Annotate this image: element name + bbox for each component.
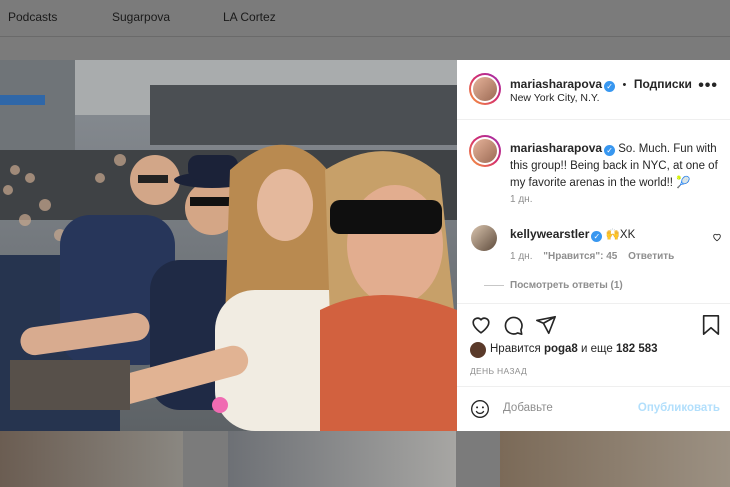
commenter-avatar[interactable] bbox=[471, 225, 497, 251]
avatar[interactable] bbox=[471, 75, 499, 103]
view-replies-button[interactable]: Посмотреть ответы (1) bbox=[510, 280, 623, 291]
separator-dot: • bbox=[622, 79, 627, 91]
post-photo[interactable] bbox=[0, 60, 457, 431]
replies-divider bbox=[484, 285, 504, 286]
tab-podcasts[interactable]: Podcasts bbox=[8, 10, 57, 24]
liker-avatar[interactable] bbox=[470, 342, 486, 358]
tab-la-cortez[interactable]: LA Cortez bbox=[223, 10, 276, 24]
grid-tile-1[interactable] bbox=[0, 431, 183, 487]
likes-summary[interactable]: Нравится poga8 и еще 182 583 bbox=[490, 343, 658, 355]
like-heart-icon[interactable] bbox=[470, 314, 492, 336]
publish-button[interactable]: Опубликовать bbox=[638, 402, 720, 414]
caption-avatar[interactable] bbox=[471, 137, 499, 165]
add-comment-input[interactable]: Добавьте bbox=[503, 402, 553, 414]
add-comment-bar: Добавьте Опубликовать bbox=[457, 386, 730, 431]
likes-middle: и еще bbox=[581, 343, 613, 355]
divider bbox=[0, 36, 730, 37]
grid-tile-2[interactable] bbox=[228, 431, 456, 487]
comment-time[interactable]: 1 дн. bbox=[510, 251, 532, 262]
likes-user[interactable]: poga8 bbox=[544, 343, 578, 355]
post-side-panel: mariasharapova ✓ • Подписки New York City… bbox=[457, 60, 730, 431]
comment-verified-icon: ✓ bbox=[591, 231, 603, 242]
share-send-icon[interactable] bbox=[535, 314, 557, 336]
caption-verified-icon: ✓ bbox=[604, 145, 616, 156]
comment-like-count[interactable]: "Нравится": 45 bbox=[543, 251, 617, 262]
reply-button[interactable]: Ответить bbox=[628, 251, 674, 262]
grid-tile-3[interactable] bbox=[500, 431, 730, 487]
posted-ago[interactable]: ДЕНЬ НАЗАД bbox=[470, 366, 527, 376]
following-button[interactable]: Подписки bbox=[634, 77, 692, 91]
profile-grid-row bbox=[0, 431, 730, 487]
like-comment-heart-icon[interactable] bbox=[712, 232, 722, 242]
comment-icon[interactable] bbox=[502, 314, 524, 336]
post-caption: mariasharapova ✓ So. Much. Fun with this … bbox=[510, 140, 720, 192]
likes-prefix: Нравится bbox=[490, 343, 541, 355]
caption-username[interactable]: mariasharapova bbox=[510, 141, 602, 155]
comment-username[interactable]: kellywearstler bbox=[510, 227, 589, 241]
comment-meta: 1 дн. "Нравится": 45 Ответить bbox=[510, 251, 682, 262]
more-options-icon[interactable]: ••• bbox=[698, 77, 718, 95]
header-user-line: mariasharapova ✓ • Подписки bbox=[510, 75, 692, 93]
author-username[interactable]: mariasharapova bbox=[510, 77, 602, 91]
bookmark-save-icon[interactable] bbox=[700, 314, 722, 336]
comment-text: 🙌XK bbox=[605, 229, 636, 241]
likes-count[interactable]: 182 583 bbox=[616, 343, 658, 355]
verified-badge-icon: ✓ bbox=[604, 81, 616, 92]
post-location[interactable]: New York City, N.Y. bbox=[510, 92, 599, 104]
tab-sugarpova[interactable]: Sugarpova bbox=[112, 10, 170, 24]
emoji-icon[interactable] bbox=[470, 399, 490, 419]
post-header: mariasharapova ✓ • Подписки New York City… bbox=[457, 60, 730, 120]
profile-highlight-tabs: Podcasts Sugarpova LA Cortez bbox=[0, 0, 730, 34]
caption-timestamp[interactable]: 1 дн. bbox=[510, 194, 532, 205]
comment: kellywearstler ✓ 🙌XK bbox=[510, 227, 635, 242]
